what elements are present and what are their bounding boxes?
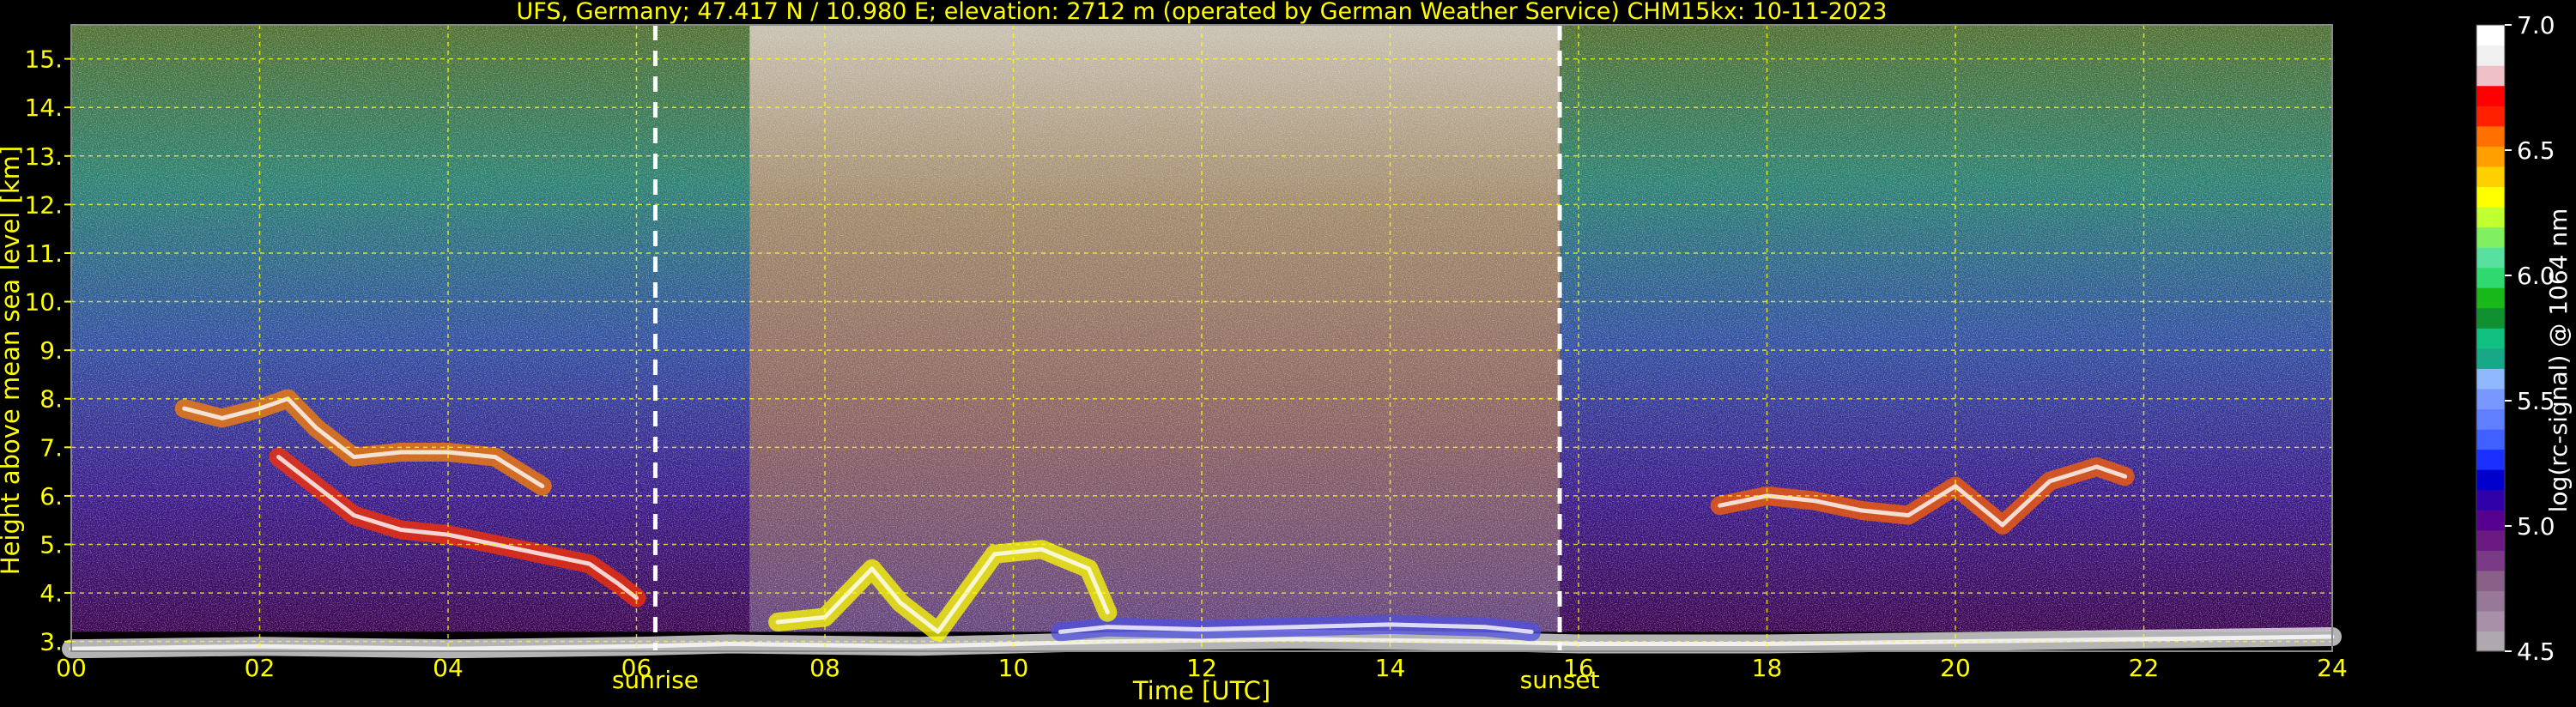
colorbar-swatch (2476, 570, 2505, 591)
lidar-chart: UFS, Germany; 47.417 N / 10.980 E; eleva… (0, 0, 2573, 705)
plot-area: sunrise sunset (62, 24, 2342, 694)
x-axis-label: Time [UTC] (1132, 676, 1270, 705)
colorbar-swatch (2476, 25, 2505, 46)
colorbar-swatch (2476, 307, 2505, 329)
x-tick-label: 20 (1940, 654, 1971, 682)
y-tick-label: 5. (39, 531, 63, 559)
colorbar-swatch (2476, 388, 2505, 410)
y-tick-label: 8. (39, 385, 63, 414)
x-tick-label: 16 (1563, 654, 1594, 682)
colorbar-swatch (2476, 408, 2505, 430)
colorbar-swatch (2476, 489, 2505, 511)
chart-title: UFS, Germany; 47.417 N / 10.980 E; eleva… (517, 0, 1888, 25)
y-tick-label: 4. (39, 579, 63, 607)
x-tick-label: 24 (2317, 654, 2348, 682)
x-tick-label: 00 (56, 654, 87, 682)
y-tick-label: 6. (39, 482, 63, 511)
colorbar-swatch (2476, 368, 2505, 390)
x-tick-label: 14 (1375, 654, 1406, 682)
colorbar-swatch (2476, 529, 2505, 551)
x-tick-label: 10 (998, 654, 1029, 682)
y-axis-label: Height above mean sea level [km] (0, 146, 25, 575)
x-tick-label: 08 (809, 654, 840, 682)
colorbar-swatch (2476, 287, 2505, 309)
x-tick-label: 18 (1752, 654, 1783, 682)
colorbar-swatch (2476, 206, 2505, 228)
y-tick-label: 7. (39, 433, 63, 462)
colorbar-swatch (2476, 106, 2505, 127)
colorbar-swatch (2476, 146, 2505, 167)
colorbar-tick-label: 4.5 (2517, 638, 2555, 666)
colorbar-swatch (2476, 85, 2505, 106)
colorbar-swatch (2476, 186, 2505, 208)
colorbar-swatch (2476, 550, 2505, 571)
colorbar-swatch (2476, 328, 2505, 349)
y-axis-ticks: 3. 4. 5. 6. 7. 8. 9. 10. 11. 12. 13. 14. 15. (24, 45, 71, 656)
colorbar-swatch (2476, 65, 2505, 87)
x-tick-label: 02 (245, 654, 276, 682)
colorbar-swatch (2476, 166, 2505, 187)
colorbar-swatch (2476, 247, 2505, 269)
y-tick-label: 9. (39, 336, 63, 365)
colorbar-swatch (2476, 267, 2505, 288)
x-tick-label: 06 (621, 654, 652, 682)
x-tick-label: 04 (433, 654, 464, 682)
colorbar: 4.55.05.56.06.57.0 (2476, 11, 2555, 666)
y-tick-label: 10. (24, 288, 63, 317)
colorbar-swatch (2476, 449, 2505, 470)
colorbar-swatch (2476, 428, 2505, 450)
y-tick-label: 14. (24, 94, 63, 122)
colorbar-swatch (2476, 125, 2505, 147)
y-tick-label: 3. (39, 628, 63, 656)
colorbar-swatch (2476, 347, 2505, 369)
colorbar-swatch (2476, 510, 2505, 531)
y-tick-label: 11. (24, 239, 63, 268)
y-tick-label: 13. (24, 142, 63, 171)
colorbar-label: log(rc-signal) @ 1064 nm (2544, 208, 2573, 513)
colorbar-swatch (2476, 469, 2505, 491)
colorbar-tick-label: 6.5 (2517, 136, 2555, 165)
colorbar-tick-label: 5.0 (2517, 512, 2555, 541)
y-tick-label: 12. (24, 190, 63, 219)
colorbar-swatch (2476, 631, 2505, 652)
colorbar-tick-label: 7.0 (2517, 11, 2555, 39)
x-tick-label: 22 (2129, 654, 2160, 682)
colorbar-swatch (2476, 45, 2505, 66)
colorbar-swatch (2476, 610, 2505, 632)
colorbar-swatch (2476, 590, 2505, 612)
colorbar-swatch (2476, 227, 2505, 248)
y-tick-label: 15. (24, 45, 63, 74)
